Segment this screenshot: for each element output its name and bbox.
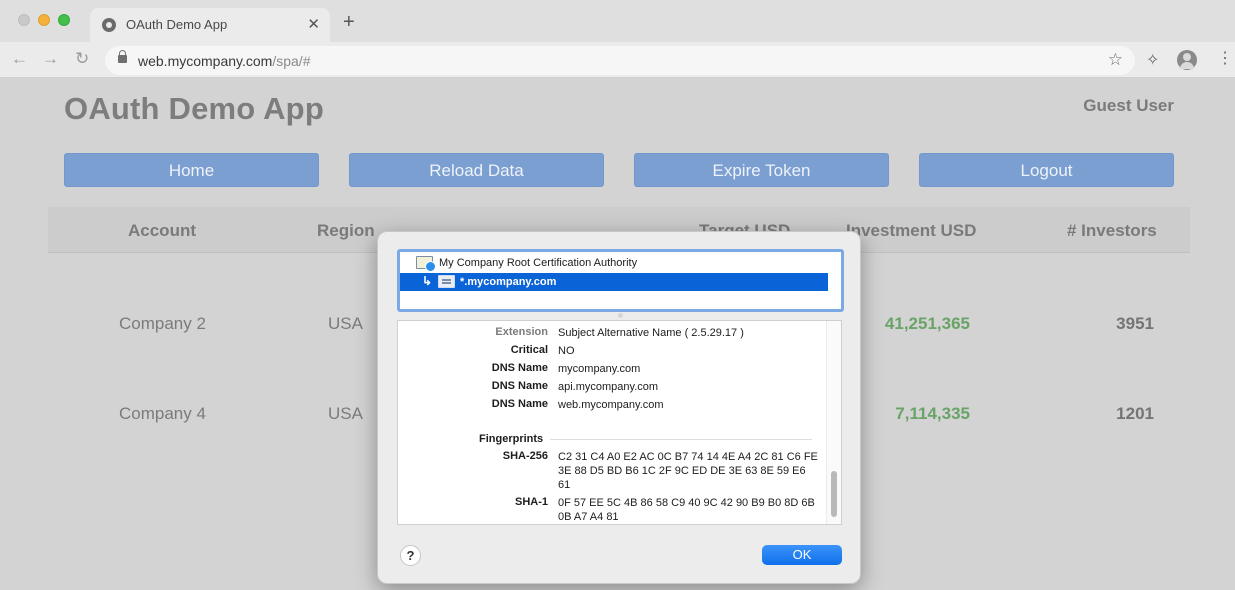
scrollbar-thumb[interactable] xyxy=(831,471,837,517)
reload-icon[interactable]: ↻ xyxy=(75,50,89,68)
detail-value: web.mycompany.com xyxy=(558,399,664,411)
back-arrow-icon[interactable]: ← xyxy=(11,50,28,68)
window-minimize-button[interactable] xyxy=(38,14,50,26)
url-text[interactable]: web.mycompany.com/spa/# xyxy=(138,53,310,69)
expire-token-button[interactable]: Expire Token xyxy=(634,153,889,187)
section-divider xyxy=(550,439,812,440)
star-icon[interactable]: ☆ xyxy=(1108,50,1123,70)
browser-toolbar: ← → ↻ web.mycompany.com/spa/# ☆ xyxy=(0,42,1235,78)
url-path: /spa/# xyxy=(272,53,311,69)
chain-item-label: My Company Root Certification Authority xyxy=(439,257,638,269)
column-header-region: Region xyxy=(317,221,375,240)
new-tab-button[interactable]: + xyxy=(343,12,355,32)
detail-label: Extension xyxy=(495,326,548,338)
chain-item-label: *.mycompany.com xyxy=(460,276,557,288)
certificate-chain-list[interactable]: My Company Root Certification Authority … xyxy=(397,249,844,312)
chain-item-root[interactable]: My Company Root Certification Authority xyxy=(400,254,841,272)
details-scrollbar[interactable] xyxy=(826,321,841,524)
address-bar[interactable]: web.mycompany.com/spa/# ☆ xyxy=(105,46,1135,75)
cell-investors: 3951 xyxy=(1116,314,1154,333)
tab-title: OAuth Demo App xyxy=(126,17,228,32)
reload-data-button[interactable]: Reload Data xyxy=(349,153,604,187)
cell-investment: 41,251,365 xyxy=(884,314,970,333)
detail-label: DNS Name xyxy=(491,380,548,392)
detail-value: Subject Alternative Name ( 2.5.29.17 ) xyxy=(558,327,744,339)
column-header-investors: # Investors xyxy=(1067,221,1157,240)
cell-region: USA xyxy=(328,314,363,333)
detail-label: SHA-1 xyxy=(514,496,548,508)
detail-value: api.mycompany.com xyxy=(558,381,659,393)
page-title: OAuth Demo App xyxy=(64,91,324,126)
current-user: Guest User xyxy=(1083,96,1174,115)
column-header-account: Account xyxy=(128,221,196,240)
profile-icon[interactable] xyxy=(1177,50,1197,70)
chain-item-leaf[interactable]: ↳ *.mycompany.com xyxy=(400,273,828,291)
detail-label: DNS Name xyxy=(491,398,548,410)
cell-investment: 7,114,335 xyxy=(895,404,970,423)
root-certificate-icon xyxy=(416,256,436,272)
ok-button[interactable]: OK xyxy=(762,545,842,565)
cell-investors: 1201 xyxy=(1116,404,1154,423)
logout-button[interactable]: Logout xyxy=(919,153,1174,187)
forward-arrow-icon[interactable]: → xyxy=(42,50,59,68)
tab-close-icon[interactable]: ✕ xyxy=(307,15,320,33)
detail-value: NO xyxy=(558,345,575,357)
help-button[interactable]: ? xyxy=(400,545,421,566)
certificate-details[interactable]: Extension Subject Alternative Name ( 2.5… xyxy=(397,320,842,525)
detail-label: SHA-256 xyxy=(502,450,548,462)
browser-tab[interactable]: OAuth Demo App ✕ xyxy=(90,8,330,42)
detail-value: C2 31 C4 A0 E2 AC 0C B7 74 14 4E A4 2C 8… xyxy=(558,451,818,491)
fingerprints-heading: Fingerprints xyxy=(479,433,544,445)
url-host: web.mycompany.com xyxy=(138,53,273,69)
favicon-icon xyxy=(102,18,116,32)
detail-value: mycompany.com xyxy=(558,363,641,375)
window-close-button[interactable] xyxy=(18,14,30,26)
chain-branch-icon: ↳ xyxy=(422,274,433,288)
browser-tab-bar: OAuth Demo App ✕ + xyxy=(0,0,1235,42)
detail-value: 0F 57 EE 5C 4B 86 58 C9 40 9C 42 90 B9 B… xyxy=(558,497,815,523)
extensions-icon[interactable]: ✧ xyxy=(1146,50,1159,70)
cell-region: USA xyxy=(328,404,363,423)
splitter-handle[interactable] xyxy=(618,313,623,318)
menu-icon[interactable]: ⋮ xyxy=(1217,51,1233,67)
detail-label: DNS Name xyxy=(491,362,548,374)
certificate-icon xyxy=(438,275,455,288)
detail-label: Critical xyxy=(510,344,548,356)
window-zoom-button[interactable] xyxy=(58,14,70,26)
cell-account: Company 2 xyxy=(119,314,206,333)
cell-account: Company 4 xyxy=(119,404,206,423)
column-header-investment: Investment USD xyxy=(846,221,977,240)
lock-icon[interactable] xyxy=(118,50,127,63)
certificate-dialog: My Company Root Certification Authority … xyxy=(377,231,861,584)
home-button[interactable]: Home xyxy=(64,153,319,187)
